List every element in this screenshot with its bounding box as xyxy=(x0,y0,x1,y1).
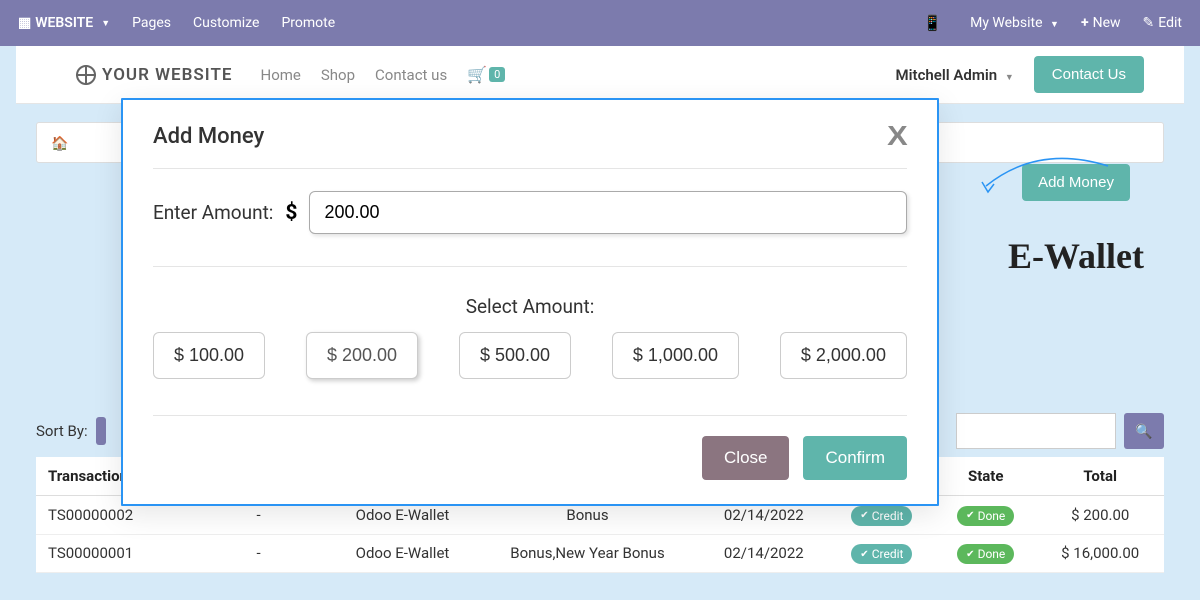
enter-amount-label: Enter Amount: xyxy=(153,201,273,224)
modal-title: Add Money xyxy=(153,124,888,149)
my-website-dropdown[interactable]: My Website ▼ xyxy=(970,15,1059,31)
search-button[interactable]: 🔍 xyxy=(1124,413,1164,449)
select-amount-label: Select Amount: xyxy=(153,295,907,318)
site-header: YOUR WEBSITE Home Shop Contact us 🛒 0 Mi… xyxy=(16,46,1184,104)
close-icon[interactable]: X xyxy=(887,120,908,152)
menu-home[interactable]: Home xyxy=(261,66,301,84)
website-switcher[interactable]: ▦ WEBSITE ▼ xyxy=(18,15,110,31)
sort-dropdown[interactable] xyxy=(96,417,106,445)
nav-promote[interactable]: Promote xyxy=(281,15,335,31)
apps-icon: ▦ xyxy=(18,15,31,31)
top-nav: ▦ WEBSITE ▼ Pages Customize Promote 📱 My… xyxy=(0,0,1200,46)
cell-tx: TS00000001 xyxy=(36,534,188,573)
search-icon: 🔍 xyxy=(1135,423,1152,439)
mobile-icon[interactable]: 📱 xyxy=(923,14,942,32)
close-button[interactable]: Close xyxy=(702,436,789,480)
cell-wallet: Odoo E-Wallet xyxy=(329,534,476,573)
nav-pages[interactable]: Pages xyxy=(132,15,171,31)
home-icon[interactable]: 🏠 xyxy=(51,136,68,152)
currency-symbol: $ xyxy=(285,201,297,225)
chevron-down-icon: ▼ xyxy=(101,18,110,29)
cell-order: - xyxy=(188,534,329,573)
check-icon: ✔ xyxy=(860,510,868,521)
sort-label: Sort By: xyxy=(36,422,88,440)
check-icon: ✔ xyxy=(966,510,974,521)
site-logo[interactable]: YOUR WEBSITE xyxy=(76,65,233,85)
edit-button[interactable]: ✎Edit xyxy=(1143,15,1182,31)
cell-type: ✔Credit xyxy=(829,534,935,573)
chevron-down-icon: ▼ xyxy=(1005,73,1014,83)
amount-option[interactable]: $ 1,000.00 xyxy=(612,332,739,379)
contact-us-button[interactable]: Contact Us xyxy=(1034,56,1144,93)
col-state: State xyxy=(935,457,1036,496)
cell-tags: Bonus,New Year Bonus xyxy=(476,534,699,573)
user-menu[interactable]: Mitchell Admin ▼ xyxy=(896,66,1014,84)
amount-option[interactable]: $ 200.00 xyxy=(306,332,418,379)
cart-icon: 🛒 xyxy=(467,65,487,84)
pencil-icon: ✎ xyxy=(1143,15,1155,31)
menu-contact[interactable]: Contact us xyxy=(375,66,447,84)
cell-total: $ 16,000.00 xyxy=(1036,534,1164,573)
add-money-modal: Add Money X Enter Amount: $ Select Amoun… xyxy=(121,98,939,506)
amount-option[interactable]: $ 500.00 xyxy=(459,332,571,379)
col-total: Total xyxy=(1036,457,1164,496)
amount-option[interactable]: $ 2,000.00 xyxy=(780,332,907,379)
brand-label: WEBSITE xyxy=(35,15,93,31)
menu-shop[interactable]: Shop xyxy=(321,66,355,84)
new-button[interactable]: +New xyxy=(1081,15,1121,31)
nav-customize[interactable]: Customize xyxy=(193,15,259,31)
globe-icon xyxy=(76,65,96,85)
amount-input[interactable] xyxy=(309,191,907,234)
chevron-down-icon: ▼ xyxy=(1050,20,1059,30)
plus-icon: + xyxy=(1081,15,1089,31)
cart-button[interactable]: 🛒 0 xyxy=(467,65,505,84)
confirm-button[interactable]: Confirm xyxy=(803,436,907,480)
cell-total: $ 200.00 xyxy=(1036,496,1164,535)
page-title: E-Wallet xyxy=(1008,235,1144,277)
cell-state: ✔Done xyxy=(935,496,1036,535)
check-icon: ✔ xyxy=(860,549,868,560)
add-money-button[interactable]: Add Money xyxy=(1022,164,1130,201)
table-row: TS00000001-Odoo E-WalletBonus,New Year B… xyxy=(36,534,1164,573)
amount-option[interactable]: $ 100.00 xyxy=(153,332,265,379)
check-icon: ✔ xyxy=(966,549,974,560)
cell-state: ✔Done xyxy=(935,534,1036,573)
search-input[interactable] xyxy=(956,413,1116,449)
cell-date: 02/14/2022 xyxy=(699,534,829,573)
cart-count-badge: 0 xyxy=(489,67,505,82)
